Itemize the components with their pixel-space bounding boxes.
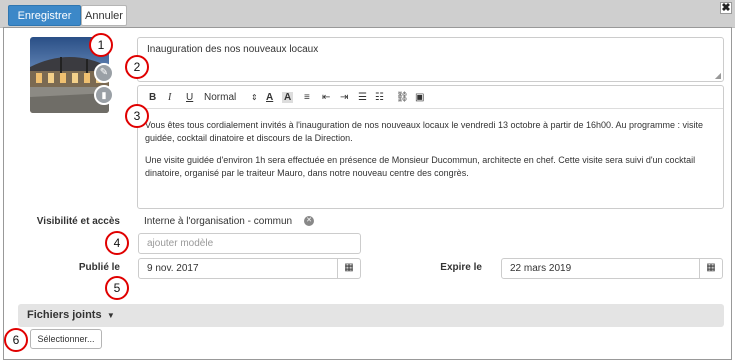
- callout-marker: 4: [105, 231, 129, 255]
- title-input[interactable]: Inauguration des nos nouveaux locaux ◢: [137, 37, 724, 82]
- numbered-list-icon[interactable]: ☷: [375, 92, 384, 103]
- underline-icon[interactable]: U: [186, 92, 193, 103]
- indent-icon[interactable]: ⇥: [340, 92, 348, 103]
- callout-marker: 5: [105, 276, 129, 300]
- attachments-section-header[interactable]: Fichiers joints ▼: [18, 304, 724, 327]
- editor-paragraph: Vous êtes tous cordialement invités à l'…: [145, 120, 704, 143]
- attachments-label: Fichiers joints: [27, 309, 102, 321]
- resize-handle-icon[interactable]: ◢: [715, 71, 721, 80]
- image-icon[interactable]: ▣: [415, 92, 424, 103]
- select-files-button[interactable]: Sélectionner...: [30, 329, 102, 349]
- editor-toolbar: B I U Normal ⇕ A A ≡ ⇤ ⇥ ☰ ☷ ⛓ ▣: [138, 86, 723, 109]
- text-color-icon[interactable]: A: [266, 92, 273, 103]
- expires-date-value: 22 mars 2019: [510, 263, 572, 274]
- title-value: Inauguration des nos nouveaux locaux: [147, 44, 319, 55]
- published-label: Publié le: [78, 262, 120, 273]
- callout-marker: 2: [125, 55, 149, 79]
- format-dropdown-icon[interactable]: ⇕: [251, 93, 258, 102]
- caret-down-icon: ▼: [104, 311, 115, 320]
- format-select[interactable]: Normal: [204, 92, 236, 103]
- calendar-icon[interactable]: ▦: [699, 258, 722, 279]
- bold-icon[interactable]: B: [149, 92, 156, 103]
- callout-marker: 6: [4, 328, 28, 352]
- cancel-button[interactable]: Annuler: [81, 5, 127, 26]
- template-input[interactable]: ajouter modèle: [138, 233, 361, 254]
- callout-marker: 3: [125, 104, 149, 128]
- expires-date-field[interactable]: 22 mars 2019 ▦: [501, 258, 723, 279]
- visibility-value: Interne à l'organisation - commun: [144, 216, 293, 227]
- align-left-icon[interactable]: ≡: [304, 92, 310, 103]
- calendar-icon[interactable]: ▦: [337, 258, 360, 279]
- close-icon[interactable]: ✖: [720, 2, 732, 14]
- pencil-icon[interactable]: ✎: [94, 63, 114, 83]
- trash-icon[interactable]: ▮: [94, 85, 114, 105]
- callout-marker: 1: [89, 33, 113, 57]
- bullet-list-icon[interactable]: ☰: [358, 92, 367, 103]
- published-date-value: 9 nov. 2017: [147, 263, 199, 274]
- italic-icon[interactable]: I: [168, 92, 171, 103]
- outdent-icon[interactable]: ⇤: [322, 92, 330, 103]
- editor-content[interactable]: Vous êtes tous cordialement invités à l'…: [145, 119, 717, 189]
- editor-paragraph: Une visite guidée d'environ 1h sera effe…: [145, 155, 696, 178]
- remove-visibility-icon[interactable]: ✕: [304, 216, 314, 226]
- published-date-field[interactable]: 9 nov. 2017 ▦: [138, 258, 361, 279]
- link-icon[interactable]: ⛓: [396, 92, 409, 103]
- rich-text-editor[interactable]: B I U Normal ⇕ A A ≡ ⇤ ⇥ ☰ ☷ ⛓ ▣ Vous êt…: [137, 85, 724, 209]
- save-button[interactable]: Enregistrer: [8, 5, 81, 26]
- background-color-icon[interactable]: A: [282, 92, 294, 103]
- expires-label: Expire le: [440, 262, 482, 273]
- visibility-label: Visibilité et accès: [36, 216, 120, 227]
